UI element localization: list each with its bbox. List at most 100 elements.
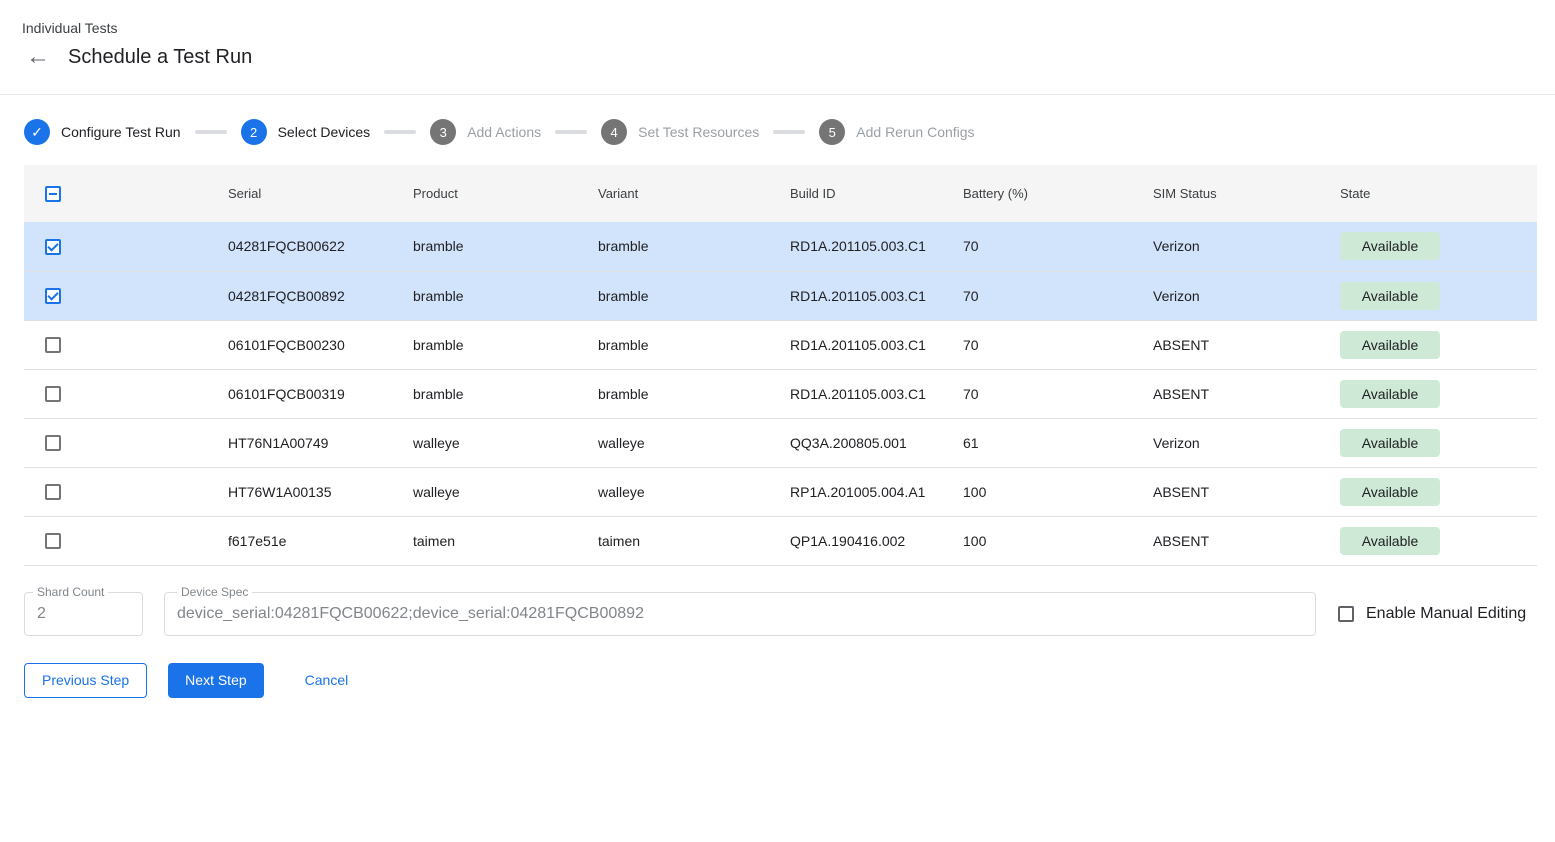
table-row[interactable]: 04281FQCB00892 bramble bramble RD1A.2011… xyxy=(24,271,1537,320)
device-spec-label: Device Spec xyxy=(177,585,252,599)
cell-product: walleye xyxy=(413,418,598,467)
previous-step-button[interactable]: Previous Step xyxy=(24,663,147,698)
cell-sim-status: ABSENT xyxy=(1153,467,1340,516)
cell-serial: HT76W1A00135 xyxy=(228,467,413,516)
step-configure-test-run[interactable]: ✓ Configure Test Run xyxy=(24,119,181,145)
cell-battery: 70 xyxy=(963,320,1153,369)
row-checkbox[interactable] xyxy=(45,239,61,255)
cell-sim-status: ABSENT xyxy=(1153,320,1340,369)
column-header-sim-status: SIM Status xyxy=(1153,165,1340,222)
cell-build-id: QP1A.190416.002 xyxy=(790,516,963,565)
status-badge: Available xyxy=(1340,232,1440,260)
stepper-connector xyxy=(384,130,416,134)
step-2-circle: 2 xyxy=(241,119,267,145)
row-checkbox[interactable] xyxy=(45,386,61,402)
step-1-circle: ✓ xyxy=(24,119,50,145)
cell-battery: 100 xyxy=(963,516,1153,565)
cell-battery: 70 xyxy=(963,369,1153,418)
cell-build-id: RD1A.201105.003.C1 xyxy=(790,369,963,418)
manual-editing-label: Enable Manual Editing xyxy=(1366,605,1526,623)
column-header-product: Product xyxy=(413,165,598,222)
column-header-build-id: Build ID xyxy=(790,165,963,222)
table-row[interactable]: 06101FQCB00230 bramble bramble RD1A.2011… xyxy=(24,320,1537,369)
cell-product: walleye xyxy=(413,467,598,516)
cell-product: bramble xyxy=(413,369,598,418)
row-checkbox[interactable] xyxy=(45,484,61,500)
table-header-row: Serial Product Variant Build ID Battery … xyxy=(24,165,1537,222)
cell-sim-status: Verizon xyxy=(1153,418,1340,467)
step-set-test-resources[interactable]: 4 Set Test Resources xyxy=(601,119,759,145)
shard-count-field[interactable]: Shard Count 2 xyxy=(24,592,143,636)
row-checkbox[interactable] xyxy=(45,337,61,353)
step-3-label: Add Actions xyxy=(467,124,541,140)
cell-variant: walleye xyxy=(598,418,790,467)
table-row[interactable]: 06101FQCB00319 bramble bramble RD1A.2011… xyxy=(24,369,1537,418)
table-row[interactable]: f617e51e taimen taimen QP1A.190416.002 1… xyxy=(24,516,1537,565)
cell-build-id: RD1A.201105.003.C1 xyxy=(790,271,963,320)
cell-battery: 70 xyxy=(963,271,1153,320)
cell-variant: bramble xyxy=(598,222,790,271)
step-4-label: Set Test Resources xyxy=(638,124,759,140)
device-spec-field[interactable]: Device Spec device_serial:04281FQCB00622… xyxy=(164,592,1316,636)
table-row[interactable]: 04281FQCB00622 bramble bramble RD1A.2011… xyxy=(24,222,1537,271)
select-all-checkbox[interactable] xyxy=(45,186,61,202)
back-arrow-icon[interactable]: ← xyxy=(26,44,52,70)
cell-variant: bramble xyxy=(598,369,790,418)
cell-product: bramble xyxy=(413,271,598,320)
status-badge: Available xyxy=(1340,527,1440,555)
cell-serial: f617e51e xyxy=(228,516,413,565)
breadcrumb: Individual Tests xyxy=(22,20,1555,36)
step-add-actions[interactable]: 3 Add Actions xyxy=(430,119,541,145)
status-badge: Available xyxy=(1340,478,1440,506)
manual-editing-checkbox[interactable] xyxy=(1338,606,1354,622)
column-header-state: State xyxy=(1340,165,1537,222)
cell-product: taimen xyxy=(413,516,598,565)
column-header-battery: Battery (%) xyxy=(963,165,1153,222)
cell-variant: taimen xyxy=(598,516,790,565)
cell-variant: bramble xyxy=(598,271,790,320)
next-step-button[interactable]: Next Step xyxy=(168,663,263,698)
step-add-rerun-configs[interactable]: 5 Add Rerun Configs xyxy=(819,119,974,145)
device-spec-value: device_serial:04281FQCB00622;device_seri… xyxy=(165,593,1315,635)
shard-count-label: Shard Count xyxy=(33,585,108,599)
status-badge: Available xyxy=(1340,331,1440,359)
cell-sim-status: ABSENT xyxy=(1153,516,1340,565)
cell-sim-status: ABSENT xyxy=(1153,369,1340,418)
column-header-variant: Variant xyxy=(598,165,790,222)
step-select-devices[interactable]: 2 Select Devices xyxy=(241,119,371,145)
stepper-connector xyxy=(555,130,587,134)
step-4-circle: 4 xyxy=(601,119,627,145)
cell-serial: 06101FQCB00319 xyxy=(228,369,413,418)
cell-battery: 100 xyxy=(963,467,1153,516)
status-badge: Available xyxy=(1340,380,1440,408)
device-table: Serial Product Variant Build ID Battery … xyxy=(24,165,1537,566)
table-row[interactable]: HT76W1A00135 walleye walleye RP1A.201005… xyxy=(24,467,1537,516)
cell-variant: walleye xyxy=(598,467,790,516)
cell-sim-status: Verizon xyxy=(1153,271,1340,320)
table-row[interactable]: HT76N1A00749 walleye walleye QQ3A.200805… xyxy=(24,418,1537,467)
check-icon: ✓ xyxy=(31,125,43,139)
cell-build-id: QQ3A.200805.001 xyxy=(790,418,963,467)
cell-serial: 06101FQCB00230 xyxy=(228,320,413,369)
cell-variant: bramble xyxy=(598,320,790,369)
stepper-connector xyxy=(195,130,227,134)
step-3-circle: 3 xyxy=(430,119,456,145)
cell-battery: 61 xyxy=(963,418,1153,467)
shard-count-value: 2 xyxy=(25,593,142,635)
page-title: Schedule a Test Run xyxy=(68,46,252,69)
step-2-label: Select Devices xyxy=(278,124,371,140)
form-row: Shard Count 2 Device Spec device_serial:… xyxy=(24,592,1537,636)
row-checkbox[interactable] xyxy=(45,288,61,304)
row-checkbox[interactable] xyxy=(45,435,61,451)
step-5-label: Add Rerun Configs xyxy=(856,124,974,140)
cell-serial: HT76N1A00749 xyxy=(228,418,413,467)
stepper-connector xyxy=(773,130,805,134)
status-badge: Available xyxy=(1340,429,1440,457)
actions-row: Previous Step Next Step Cancel xyxy=(24,663,1555,698)
step-5-circle: 5 xyxy=(819,119,845,145)
stepper: ✓ Configure Test Run 2 Select Devices 3 … xyxy=(0,95,1555,145)
enable-manual-editing[interactable]: Enable Manual Editing xyxy=(1338,605,1526,623)
cell-product: bramble xyxy=(413,320,598,369)
row-checkbox[interactable] xyxy=(45,533,61,549)
cancel-button[interactable]: Cancel xyxy=(299,663,355,698)
